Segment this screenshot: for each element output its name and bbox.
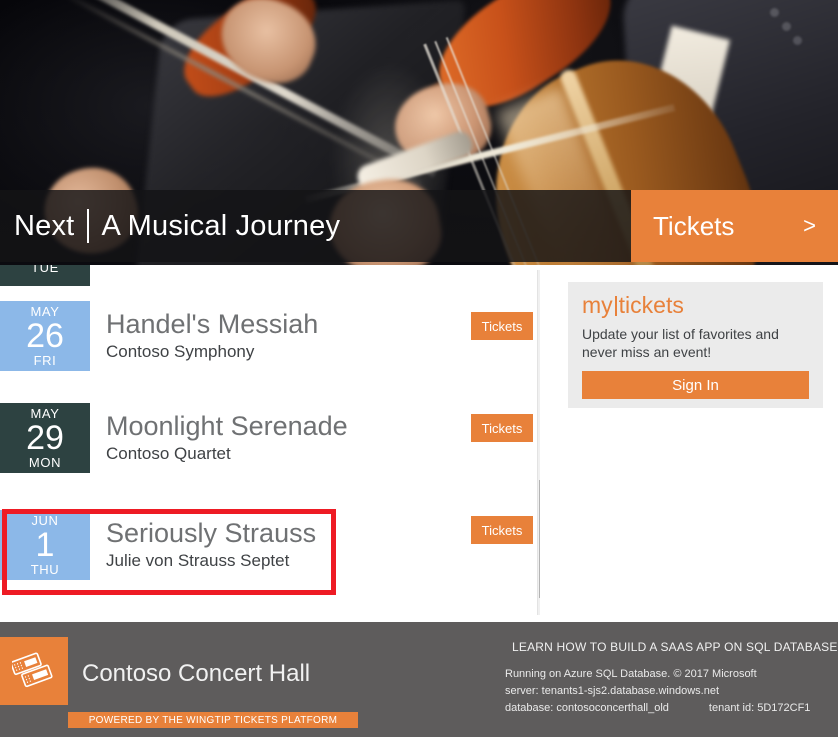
sign-in-label: Sign In [672,376,719,394]
event-day: 26 [26,317,64,355]
event-day: 1 [35,526,55,564]
my-tickets-logo-second: tickets [618,292,684,318]
hero-feature-title: A Musical Journey [101,209,341,242]
event-tickets-label: Tickets [481,522,523,538]
hero-title: Next A Musical Journey [0,190,340,262]
my-tickets-panel: my tickets Update your list of favorites … [568,282,823,408]
main-content: TUE MAY 26 FRI Handel's Messiah Contoso … [0,265,838,622]
powered-by-badge: POWERED BY THE WINGTIP TICKETS PLATFORM [68,712,358,728]
event-date-card: JUN 1 THU [0,510,90,580]
my-tickets-description: Update your list of favorites and never … [582,326,779,361]
hero-tickets-label: Tickets [653,210,735,241]
event-performer: Julie von Strauss Septet [106,551,290,571]
my-tickets-logo-first: my [582,292,613,318]
hero-title-bar: Next A Musical Journey Tickets > [0,190,838,262]
event-date-card: MAY 29 MON [0,403,90,473]
scroll-down-arrow-icon[interactable] [538,599,540,615]
event-tickets-label: Tickets [481,420,523,436]
footer-database: database: contosoconcerthall_old [505,702,669,715]
footer-brand: Contoso Concert Hall [82,660,311,687]
footer-server: server: tenants1-sjs2.database.windows.n… [505,685,720,698]
table-row[interactable]: JUN 1 THU Seriously Strauss Julie von St… [0,510,540,580]
learn-more-link[interactable]: LEARN HOW TO BUILD A SAAS APP ON SQL DAT… [512,640,838,654]
hero-tickets-button[interactable]: Tickets > [631,190,838,262]
my-tickets-logo-divider [614,296,617,316]
event-dow: THU [30,562,60,577]
chevron-right-icon: > [803,213,816,238]
page-footer: Contoso Concert Hall POWERED BY THE WING… [0,622,838,737]
event-tickets-label: Tickets [481,318,523,334]
event-row-partial[interactable]: TUE [0,265,90,286]
event-performer: Contoso Quartet [106,444,231,464]
footer-tenant-id: tenant id: 5D172CF1 [708,702,811,715]
event-performer: Contoso Symphony [106,342,255,362]
my-tickets-logo: my tickets [582,294,809,317]
event-date-card: MAY 26 FRI [0,301,90,371]
hero-divider [87,209,90,243]
table-row[interactable]: MAY 29 MON Moonlight Serenade Contoso Qu… [0,403,540,473]
event-day: 29 [26,419,64,457]
footer-db-line: database: contosoconcerthall_old tenant i… [505,700,810,717]
event-partial-dow: TUE [31,265,59,275]
scroll-up-arrow-icon[interactable] [538,270,540,286]
event-tickets-button[interactable]: Tickets [471,414,533,442]
scrollbar-thumb[interactable] [539,480,540,598]
sign-in-button[interactable]: Sign In [582,371,809,400]
tickets-icon [0,637,68,705]
footer-meta: Running on Azure SQL Database. © 2017 Mi… [505,666,810,717]
footer-running-on: Running on Azure SQL Database. © 2017 Mi… [505,668,757,680]
app-page: Next A Musical Journey Tickets > TUE MAY… [0,0,838,737]
event-tickets-button[interactable]: Tickets [471,312,533,340]
event-dow: MON [28,455,62,470]
event-list[interactable]: TUE MAY 26 FRI Handel's Messiah Contoso … [0,265,540,622]
hero-banner: Next A Musical Journey Tickets > [0,0,838,265]
event-tickets-button[interactable]: Tickets [471,516,533,544]
hero-next-label: Next [14,209,75,242]
event-list-scrollbar[interactable] [537,270,540,615]
event-dow: FRI [33,353,57,368]
table-row[interactable]: MAY 26 FRI Handel's Messiah Contoso Symp… [0,301,540,371]
